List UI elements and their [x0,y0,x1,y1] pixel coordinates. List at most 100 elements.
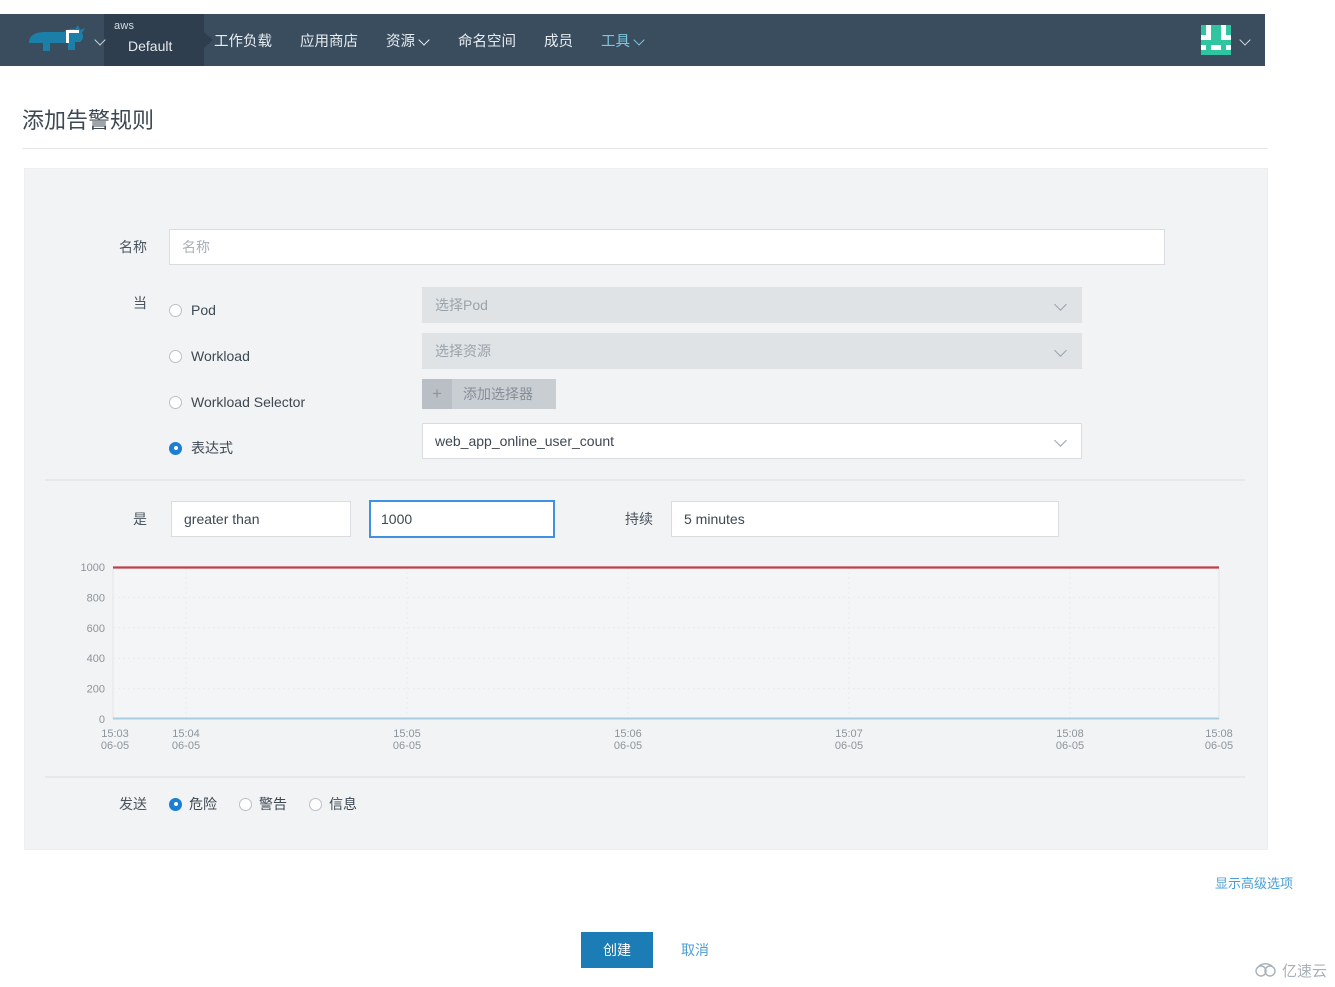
pod-select-value: 选择Pod [435,297,488,313]
watermark-text: 亿速云 [1281,963,1327,980]
title-divider [22,148,1268,149]
form-actions: 创建 取消 [581,932,715,968]
send-radio-group: 危险 警告 信息 [169,794,379,814]
when-controls-column: 选择Pod 选择资源 + 添加选择器 web_app_online_user_c… [422,287,1084,459]
x-tick-date: 06-05 [614,740,642,752]
radio-option-warning[interactable]: 警告 [239,794,287,814]
condition-row: 是 greater than 持续 5 minutes [25,500,1267,538]
nav-item-namespaces[interactable]: 命名空间 [458,30,516,51]
radio-label: Workload Selector [191,394,306,410]
y-tick-label: 0 [99,714,105,726]
duration-label: 持续 [625,511,653,527]
chevron-down-icon [420,35,430,45]
y-tick-label: 600 [87,623,105,635]
add-selector-label: 添加选择器 [463,386,533,402]
nav-item-members[interactable]: 成员 [544,30,573,51]
send-row: 发送 危险 警告 信息 [25,794,1267,814]
cluster-selector[interactable]: aws Default [104,14,213,66]
workload-select-value: 选择资源 [435,343,491,359]
rhino-logo-icon[interactable] [22,18,96,60]
radio-label: Workload [191,348,250,364]
radio-option-expression[interactable]: 表达式 [169,425,419,471]
radio-option-workload[interactable]: Workload [169,333,419,379]
threshold-input[interactable] [369,500,555,538]
radio-button[interactable] [309,797,322,811]
comparator-select[interactable]: greater than [171,501,351,537]
chart-y-axis: 1000 800 600 400 200 0 [81,562,105,726]
section-divider-send [45,776,1245,778]
x-tick-time: 15:07 [835,728,863,740]
radio-label: 危险 [189,796,217,812]
nav-item-label: 工作负载 [214,33,272,50]
workload-select[interactable]: 选择资源 [422,333,1082,369]
cluster-provider-label: aws [114,20,135,32]
radio-button[interactable] [169,349,182,363]
nav-item-resources[interactable]: 资源 [386,30,430,51]
x-tick-date: 06-05 [1056,740,1084,752]
radio-option-info[interactable]: 信息 [309,794,357,814]
cancel-button[interactable]: 取消 [675,939,715,961]
duration-value: 5 minutes [684,511,745,527]
condition-label: 是 [133,511,147,527]
when-label: 当 [133,295,147,311]
radio-label: Pod [191,302,216,318]
expression-select-value: web_app_online_user_count [435,433,615,449]
nav-item-workloads[interactable]: 工作负载 [214,30,272,51]
show-advanced-options-link[interactable]: 显示高级选项 [1215,873,1293,892]
identicon-avatar [1201,25,1231,55]
radio-button[interactable] [239,797,252,811]
chevron-down-icon [1056,436,1067,447]
x-tick-date: 06-05 [835,740,863,752]
name-label: 名称 [119,239,147,255]
y-tick-label: 1000 [81,562,105,574]
x-tick-date: 06-05 [172,740,200,752]
chevron-down-icon [96,35,106,45]
x-tick-time: 15:06 [614,728,642,740]
nav-item-label: 工具 [601,33,630,50]
radio-option-critical[interactable]: 危险 [169,794,217,814]
radio-option-pod[interactable]: Pod [169,287,419,333]
x-tick-time: 15:04 [172,728,200,740]
expression-select[interactable]: web_app_online_user_count [422,423,1082,459]
nav-item-tools[interactable]: 工具 [601,30,645,51]
chevron-down-icon [635,35,645,45]
alert-rule-form-panel: 名称 当 Pod Workload Workload Selector 表达式 [24,168,1268,850]
radio-button[interactable] [169,395,182,409]
when-radio-group: Pod Workload Workload Selector 表达式 [169,287,419,471]
nav-item-label: 资源 [386,33,415,50]
duration-select[interactable]: 5 minutes [671,501,1059,537]
name-row: 名称 [25,229,1267,265]
pod-select[interactable]: 选择Pod [422,287,1082,323]
y-tick-label: 200 [87,684,105,696]
radio-label: 表达式 [191,440,233,456]
user-menu[interactable] [1187,14,1265,66]
section-divider-condition [45,479,1245,481]
x-tick-date: 06-05 [1205,740,1233,752]
radio-option-workload-selector[interactable]: Workload Selector [169,379,419,425]
page-title: 添加告警规则 [22,108,155,133]
chart-x-axis: 15:03 06-05 15:04 06-05 15:05 06-05 15:0… [101,728,1233,752]
primary-nav: 工作负载 应用商店 资源 命名空间 成员 工具 [214,14,673,66]
nav-item-label: 命名空间 [458,33,516,50]
x-tick-time: 15:08 [1056,728,1084,740]
y-tick-label: 800 [87,592,105,604]
x-tick-time: 15:03 [101,728,129,740]
x-tick-date: 06-05 [393,740,421,752]
x-tick-date: 06-05 [101,740,129,752]
add-selector-button[interactable]: + 添加选择器 [422,379,556,409]
radio-button[interactable] [169,303,182,317]
radio-button[interactable] [169,797,182,811]
radio-label: 信息 [329,796,357,812]
chevron-down-icon [1056,346,1067,357]
cloud-icon [1255,963,1276,977]
name-input[interactable] [169,229,1165,265]
nav-item-app-store[interactable]: 应用商店 [300,30,358,51]
y-tick-label: 400 [87,653,105,665]
x-tick-time: 15:08 [1205,728,1233,740]
radio-button[interactable] [169,441,182,455]
cluster-name-label: Default [128,38,173,54]
create-button[interactable]: 创建 [581,932,653,968]
watermark: 亿速云 [1255,960,1327,981]
send-label: 发送 [119,796,147,812]
nav-item-label: 成员 [544,33,573,50]
